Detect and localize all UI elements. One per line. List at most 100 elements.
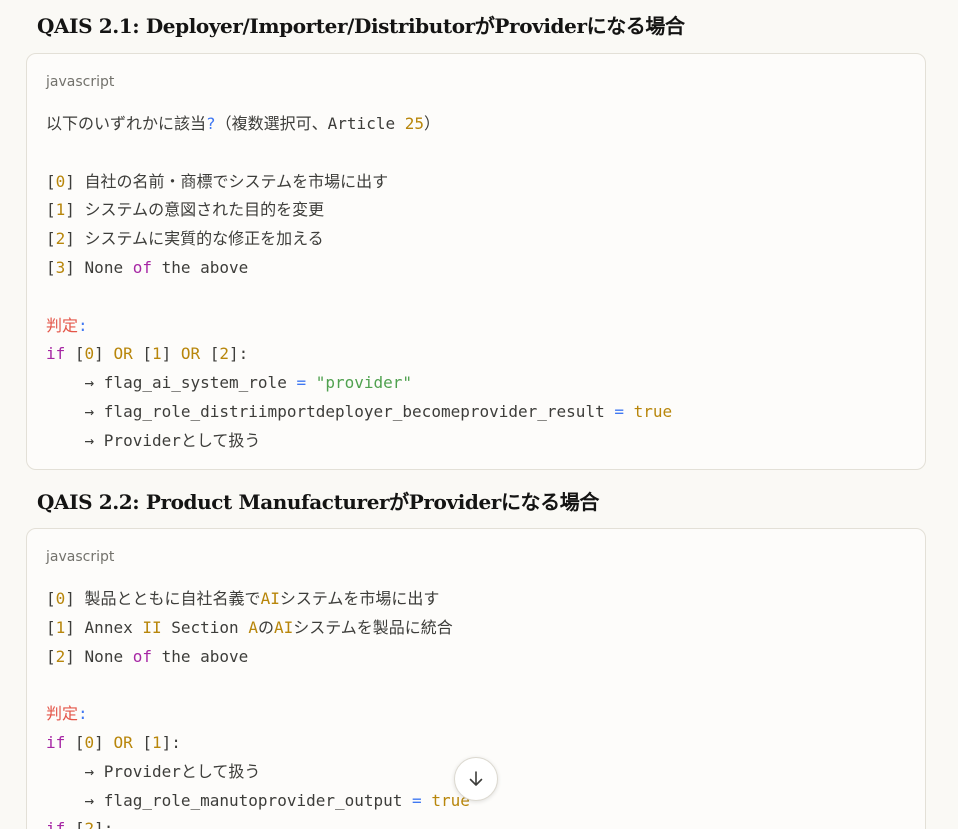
code-token: 2 (84, 819, 95, 829)
code-line: [1] システムの意図された目的を変更 (46, 196, 672, 225)
code-line: [0] 製品とともに自社名義でAIシステムを市場に出す (46, 585, 470, 614)
code-line: → Providerとして扱う (46, 427, 672, 456)
code-token: 0 (55, 171, 66, 191)
code-token: ] 製品とともに自社名義で (65, 589, 261, 608)
code-token: ] None (65, 257, 133, 277)
code-token: II (142, 617, 162, 637)
code-line: → flag_ai_system_role = "provider" (46, 369, 672, 398)
code-token: [ (46, 646, 56, 666)
code-token: true (633, 401, 673, 421)
code-token: if (46, 732, 66, 752)
code-token: → Providerとして扱う (46, 430, 261, 450)
code-token: ] システムに実質的な修正を加える (65, 229, 324, 249)
code-token: ] 自社の名前・商標でシステムを市場に出す (65, 171, 389, 191)
code-token: [ (46, 229, 56, 249)
code-block-2-1: javascript 以下のいずれかに該当?（複数選択可、Article 25）… (26, 53, 926, 470)
code-token: [ (132, 344, 152, 364)
code-token: → flag_ai_system_role (46, 373, 297, 393)
code-token: ] (94, 344, 114, 364)
code-line: → Providerとして扱う (46, 758, 470, 787)
code-token: 1 (55, 200, 66, 220)
code-token: 3 (55, 257, 66, 277)
code-content[interactable]: 以下のいずれかに該当?（複数選択可、Article 25） [0] 自社の名前・… (46, 110, 672, 456)
code-token: ? (206, 114, 216, 133)
code-token: 2 (55, 229, 66, 249)
code-token: ] (94, 732, 114, 752)
code-token: of (132, 646, 152, 666)
code-line: if [0] OR [1]: (46, 729, 470, 758)
code-token: if (46, 819, 66, 829)
code-token: OR (113, 344, 133, 364)
code-token: the above (151, 257, 249, 277)
code-token: 1 (151, 732, 162, 752)
code-token: の (257, 617, 274, 637)
code-language-label: javascript (46, 549, 115, 565)
code-token: ） (424, 114, 441, 133)
code-token: システムを製品に統合 (293, 617, 453, 637)
code-token: = (296, 373, 307, 393)
code-token: Section (161, 617, 249, 637)
code-token: 0 (55, 589, 66, 608)
code-line: [1] Annex II Section AのAIシステムを製品に統合 (46, 614, 470, 643)
code-line: 以下のいずれかに該当?（複数選択可、Article 25） (46, 110, 672, 139)
code-token: [ (46, 200, 56, 220)
code-token: 0 (84, 732, 95, 752)
code-token: AI (273, 617, 294, 637)
code-token: 2 (55, 646, 66, 666)
code-token: OR (113, 732, 133, 752)
code-token: 以下のいずれかに該当 (46, 114, 207, 133)
code-token: the above (151, 646, 249, 666)
code-token: 1 (55, 617, 66, 637)
code-token: → Providerとして扱う (46, 761, 261, 781)
code-token: システムを市場に出す (279, 589, 440, 608)
code-line: → flag_role_distriimportdeployer_becomep… (46, 398, 673, 427)
code-token: "provider" (315, 373, 413, 393)
section-heading-2-2: QAIS 2.2: Product ManufacturerがProviderに… (37, 490, 599, 514)
code-token: 判定 (46, 315, 79, 335)
code-line: [2] システムに実質的な修正を加える (46, 225, 672, 254)
code-token: ]: (94, 819, 114, 829)
code-line: → flag_role_manutoprovider_output = true (46, 787, 470, 816)
code-token: [ (200, 344, 220, 364)
code-line: [0] 自社の名前・商標でシステムを市場に出す (46, 168, 672, 197)
code-token: 1 (151, 344, 162, 364)
code-token: ] Annex (65, 617, 143, 637)
code-content[interactable]: [0] 製品とともに自社名義でAIシステムを市場に出す [1] Annex II … (46, 585, 470, 829)
code-language-label: javascript (46, 74, 115, 90)
code-token: 判定 (46, 704, 79, 724)
scroll-to-bottom-button[interactable] (454, 757, 498, 801)
code-token: ]: (161, 732, 181, 752)
code-token: [ (65, 819, 85, 829)
code-token: 0 (84, 344, 95, 364)
code-token: → flag_role_manutoprovider_output (46, 790, 413, 810)
code-token: [ (46, 589, 56, 608)
code-token: = (412, 790, 422, 810)
code-token: [ (46, 257, 56, 277)
code-token: AI (260, 589, 280, 608)
code-token: → flag_role_distriimportdeployer_becomep… (46, 401, 615, 421)
code-token: [ (65, 344, 85, 364)
arrow-down-icon (469, 771, 483, 786)
code-token: [ (46, 617, 56, 637)
code-token: A (248, 617, 258, 637)
code-token: [ (46, 171, 56, 191)
code-token: = (614, 401, 624, 421)
code-token: if (46, 344, 66, 364)
code-line: if [2]: (46, 815, 470, 829)
code-line: 判定: (46, 700, 470, 729)
code-line: 判定: (46, 312, 672, 341)
code-token: ] システムの意図された目的を変更 (65, 200, 325, 220)
code-token: ] None (65, 646, 133, 666)
code-token: 25 (404, 114, 424, 133)
code-line: if [0] OR [1] OR [2]: (46, 340, 672, 369)
code-token: ] (161, 344, 181, 364)
section-heading-2-1: QAIS 2.1: Deployer/Importer/Distributorが… (37, 14, 685, 38)
code-line: [3] None of the above (46, 254, 672, 283)
code-token: [ (65, 732, 85, 752)
